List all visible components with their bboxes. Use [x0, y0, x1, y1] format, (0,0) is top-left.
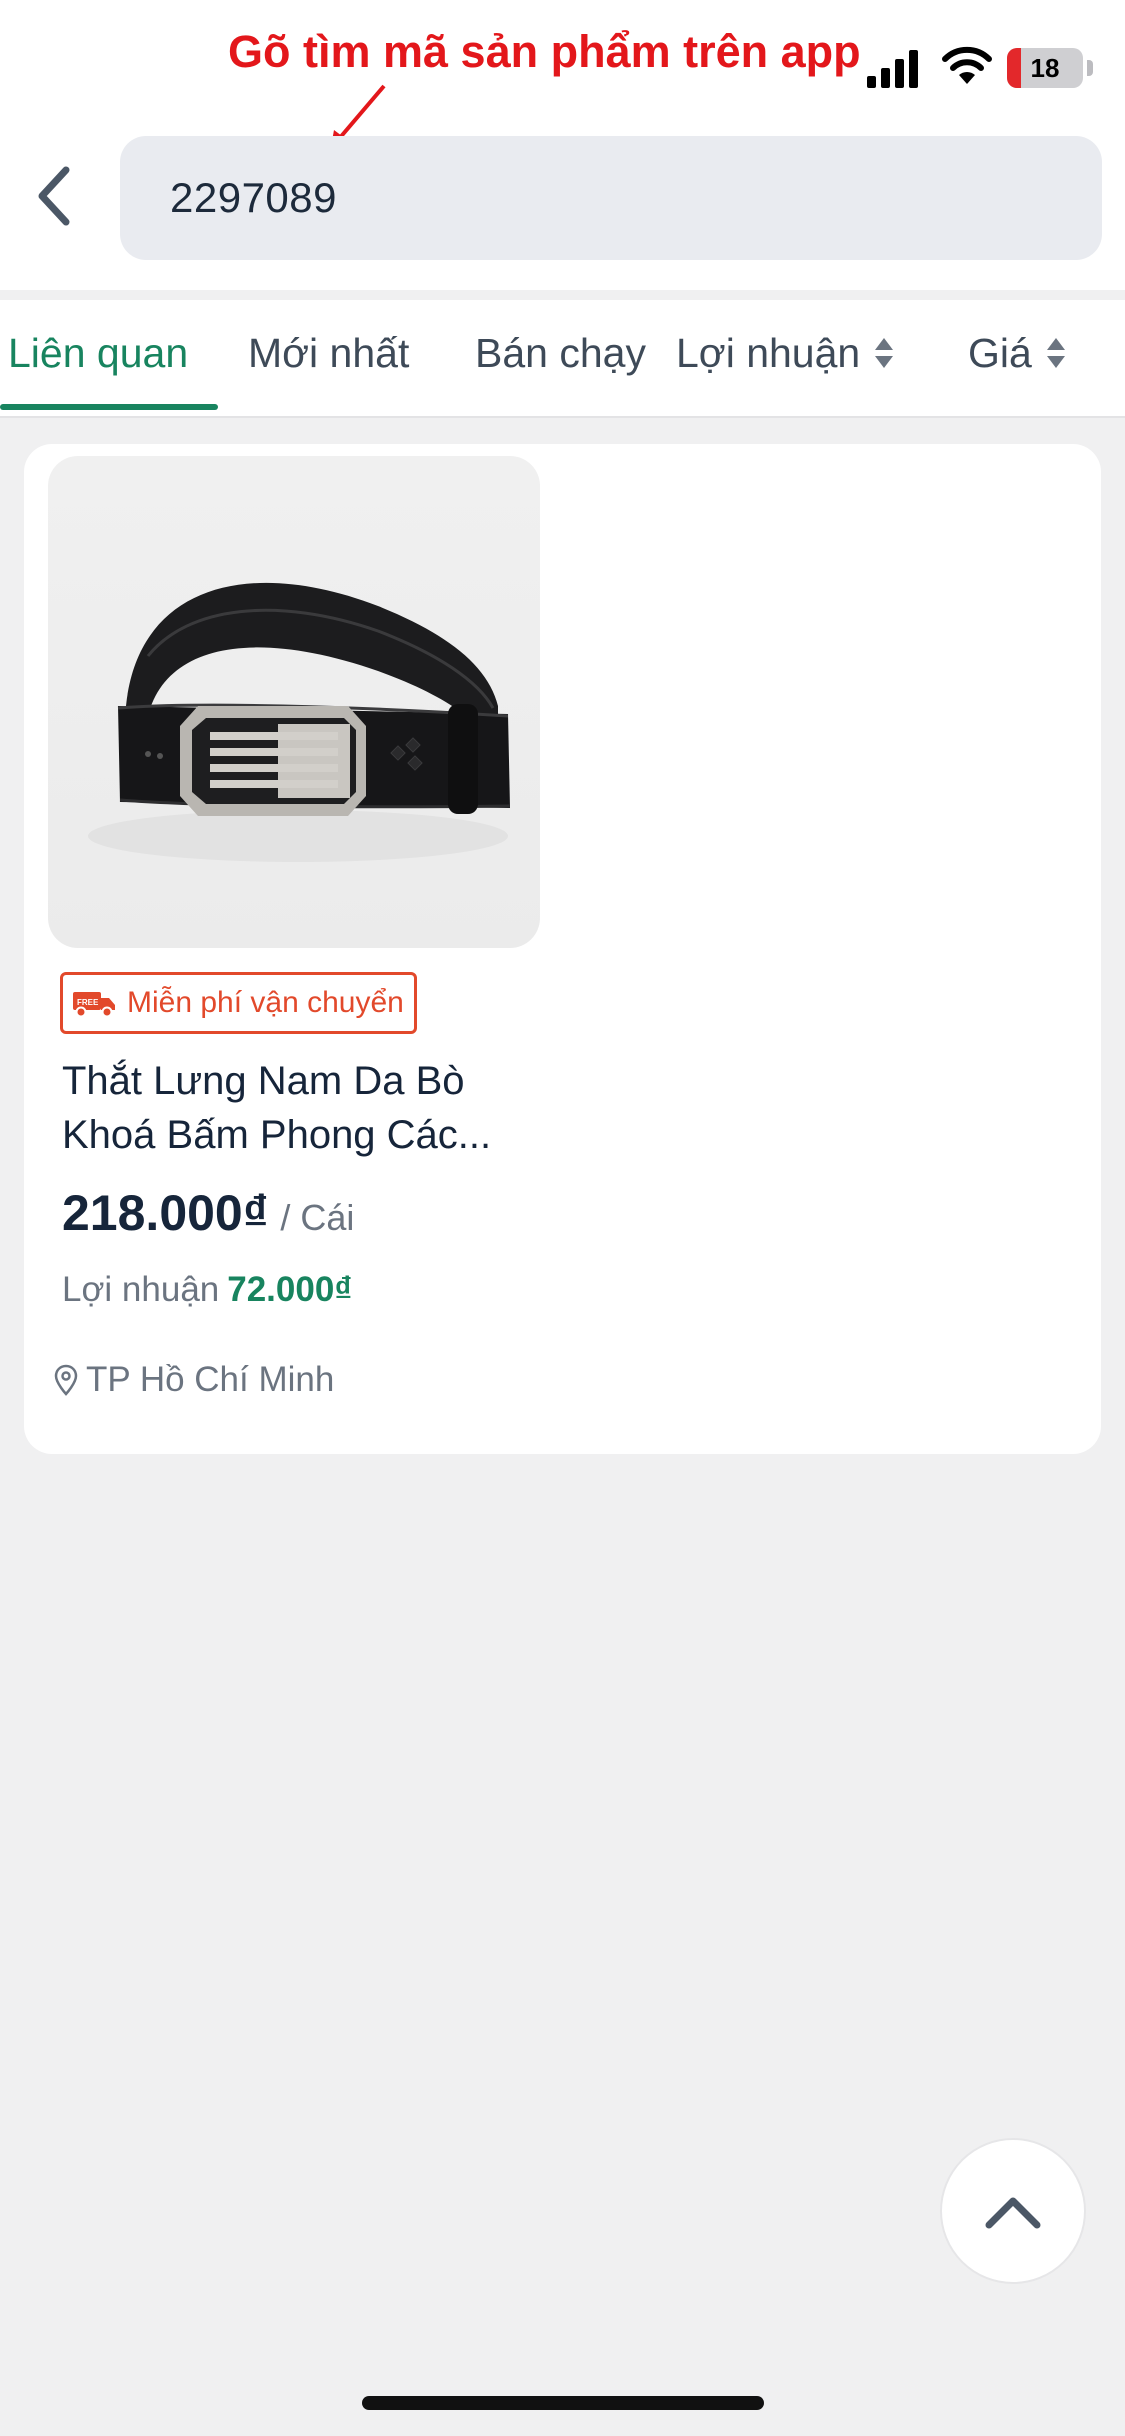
signal-icon — [867, 50, 918, 88]
battery-icon: 18 — [1007, 48, 1083, 88]
tab-ban-chay[interactable]: Bán chạy — [475, 300, 646, 412]
tab-loi-nhuan[interactable]: Lợi nhuận — [676, 300, 894, 412]
price-unit: / Cái — [280, 1197, 355, 1238]
search-value[interactable]: 2297089 — [170, 136, 337, 260]
product-name-line2: Khoá Bấm Phong Các... — [62, 1113, 492, 1157]
chevron-up-icon — [985, 2197, 1041, 2229]
truck-free-label: FREE — [77, 998, 99, 1007]
tab-lien-quan[interactable]: Liên quan — [8, 300, 188, 412]
profit-label: Lợi nhuận — [62, 1270, 220, 1309]
wifi-icon — [942, 46, 992, 84]
scroll-to-top-button[interactable] — [940, 2138, 1086, 2284]
tab-gia-label: Giá — [968, 330, 1032, 376]
location-text: TP Hồ Chí Minh — [86, 1360, 335, 1399]
price-row: 218.000₫ / Cái — [62, 1184, 354, 1242]
tab-loi-nhuan-label: Lợi nhuận — [676, 330, 861, 376]
location-row: TP Hồ Chí Minh — [54, 1360, 334, 1400]
tab-moi-nhat[interactable]: Mới nhất — [248, 300, 409, 412]
battery-level: 18 — [1030, 53, 1060, 83]
product-price: 218.000₫ — [62, 1185, 269, 1241]
back-button[interactable] — [28, 160, 84, 232]
product-name-line1: Thắt Lưng Nam Da Bò — [62, 1059, 465, 1103]
free-shipping-label: Miễn phí vận chuyển — [127, 986, 404, 1019]
product-image[interactable] — [48, 456, 540, 948]
annotation-label: Gõ tìm mã sản phẩm trên app — [228, 26, 861, 77]
sort-icon — [875, 338, 894, 369]
location-pin-icon — [54, 1364, 78, 1396]
product-card[interactable]: FREE Miễn phí vận chuyển Thắt Lưng Nam D… — [24, 444, 1101, 1454]
status-bar: 18 — [865, 42, 1125, 98]
truck-icon: FREE — [73, 992, 115, 1018]
tab-gia[interactable]: Giá — [968, 300, 1066, 412]
sort-tabs: Liên quan Mới nhất Bán chạy Lợi nhuận Gi… — [0, 300, 1125, 418]
profit-row: Lợi nhuận 72.000₫ — [62, 1270, 352, 1310]
battery-tip — [1087, 60, 1093, 76]
belt-image — [88, 582, 511, 862]
chevron-left-icon — [38, 166, 70, 226]
home-indicator — [362, 2396, 764, 2410]
profit-value: 72.000₫ — [227, 1270, 353, 1309]
sort-icon — [1046, 338, 1065, 369]
free-shipping-badge: FREE Miễn phí vận chuyển — [60, 972, 417, 1034]
search-input[interactable]: 2297089 — [120, 136, 1102, 260]
top-area: Gõ tìm mã sản phẩm trên app 18 2297089 — [0, 0, 1125, 290]
product-name[interactable]: Thắt Lưng Nam Da Bò Khoá Bấm Phong Các..… — [62, 1054, 532, 1162]
active-tab-indicator — [0, 404, 218, 410]
